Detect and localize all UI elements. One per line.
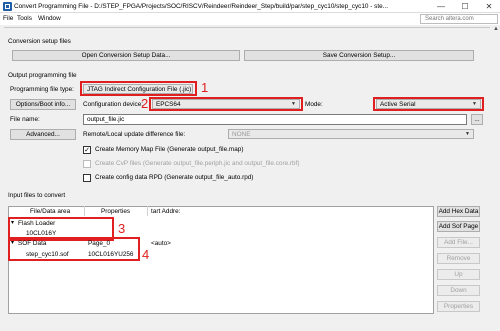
flash-loader-item[interactable]: Flash Loader xyxy=(18,220,55,227)
remote-local-label: Remote/Local update difference file: xyxy=(83,131,186,138)
annotation-number-3: 3 xyxy=(118,221,126,236)
annotation-number-2: 2 xyxy=(141,96,149,111)
input-files-label: Input files to convert xyxy=(8,192,66,199)
sof-page-value: Page_0 xyxy=(88,240,111,247)
rpd-checkbox[interactable] xyxy=(83,174,91,182)
rpd-label: Create config data RPD (Generate output_… xyxy=(95,174,254,181)
chevron-down-icon: ▼ xyxy=(465,131,470,137)
annotation-number-1: 1 xyxy=(201,80,209,95)
menu-tools[interactable]: Tools xyxy=(17,15,32,22)
mode-combo[interactable]: Active Serial ▼ xyxy=(376,99,481,109)
down-button[interactable]: Down xyxy=(437,285,480,296)
column-separator xyxy=(147,206,148,216)
expand-toggle-icon[interactable]: ▾ xyxy=(11,239,14,246)
scroll-up-icon[interactable]: ▲ xyxy=(492,26,500,34)
sof-file-item[interactable]: step_cyc10.sof xyxy=(26,251,69,258)
sof-device-value: 10CL016YU256 xyxy=(88,251,134,258)
file-type-value: JTAG Indirect Configuration File (.jic) xyxy=(87,86,192,93)
remote-local-value: NONE xyxy=(232,131,251,138)
menu-window[interactable]: Window xyxy=(38,15,61,22)
open-conversion-setup-button[interactable]: Open Conversion Setup Data... xyxy=(12,50,240,61)
search-input[interactable]: Search altera.com xyxy=(420,14,498,24)
add-file-button[interactable]: Add File... xyxy=(437,237,480,248)
mode-value: Active Serial xyxy=(380,101,416,108)
save-conversion-setup-button[interactable]: Save Conversion Setup... xyxy=(244,50,474,61)
column-header-properties[interactable]: Properties xyxy=(101,208,130,215)
maximize-button[interactable]: ☐ xyxy=(454,0,476,13)
minimize-button[interactable]: — xyxy=(430,0,452,13)
memory-map-label: Create Memory Map File (Generate output_… xyxy=(95,146,244,153)
cvp-label: Create CvP files (Generate output_file.p… xyxy=(95,160,300,167)
remove-button[interactable]: Remove xyxy=(437,253,480,264)
file-name-label: File name: xyxy=(10,116,40,123)
file-type-label: Programming file type: xyxy=(10,86,74,93)
top-divider xyxy=(4,27,490,28)
column-separator xyxy=(84,206,85,216)
config-device-label: Configuration device: xyxy=(83,101,144,108)
memory-map-checkbox[interactable]: ✓ xyxy=(83,146,91,154)
mode-label: Mode: xyxy=(305,101,323,108)
advanced-button[interactable]: Advanced... xyxy=(10,129,76,140)
annotation-number-4: 4 xyxy=(142,247,150,262)
conversion-setup-label: Conversion setup files xyxy=(8,38,71,45)
column-header-file[interactable]: File/Data area xyxy=(30,208,70,215)
sof-data-item[interactable]: SOF Data xyxy=(18,240,46,247)
menu-file[interactable]: File xyxy=(3,15,13,22)
window-title: Convert Programming File - D:/STEP_FPGA/… xyxy=(14,3,389,10)
up-button[interactable]: Up xyxy=(437,269,480,280)
properties-button[interactable]: Properties xyxy=(437,301,480,312)
file-type-combo[interactable]: JTAG Indirect Configuration File (.jic) xyxy=(83,84,193,94)
config-device-value: EPCS64 xyxy=(156,101,181,108)
add-sof-page-button[interactable]: Add Sof Page xyxy=(437,221,480,232)
close-button[interactable]: ✕ xyxy=(478,0,500,13)
output-programming-label: Output programming file xyxy=(8,72,77,79)
expand-toggle-icon[interactable]: ▾ xyxy=(11,219,14,226)
options-boot-info-button[interactable]: Options/Boot info... xyxy=(10,99,76,110)
chevron-down-icon: ▼ xyxy=(472,101,477,107)
browse-button[interactable]: ... xyxy=(471,114,483,125)
app-icon xyxy=(3,2,12,11)
sof-address-value: <auto> xyxy=(151,240,171,247)
column-header-start-address[interactable]: tart Addre: xyxy=(151,208,181,215)
config-device-combo[interactable]: EPCS64 ▼ xyxy=(152,99,300,109)
flash-device-item[interactable]: 10CL016Y xyxy=(26,230,56,237)
cvp-checkbox[interactable] xyxy=(83,160,91,168)
chevron-down-icon: ▼ xyxy=(291,101,296,107)
remote-local-combo[interactable]: NONE ▼ xyxy=(228,129,474,139)
file-name-input[interactable]: output_file.jic xyxy=(83,114,467,125)
add-hex-data-button[interactable]: Add Hex Data xyxy=(437,206,480,217)
